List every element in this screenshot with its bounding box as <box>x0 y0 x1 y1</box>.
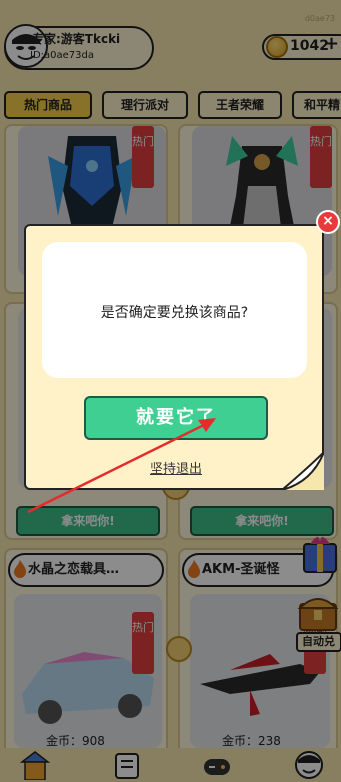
page-curl-decoration <box>282 452 324 490</box>
cancel-link[interactable]: 坚持退出 <box>130 458 222 477</box>
confirm-button[interactable]: 就要它了 <box>84 396 268 440</box>
dialog-message: 是否确定要兑换该商品? <box>100 305 249 321</box>
close-icon[interactable]: × <box>316 210 340 234</box>
exchange-shop-screen: 专家:游客Tkcki ID:a0ae73da d0ae73 1042 + 热门商… <box>0 0 341 782</box>
